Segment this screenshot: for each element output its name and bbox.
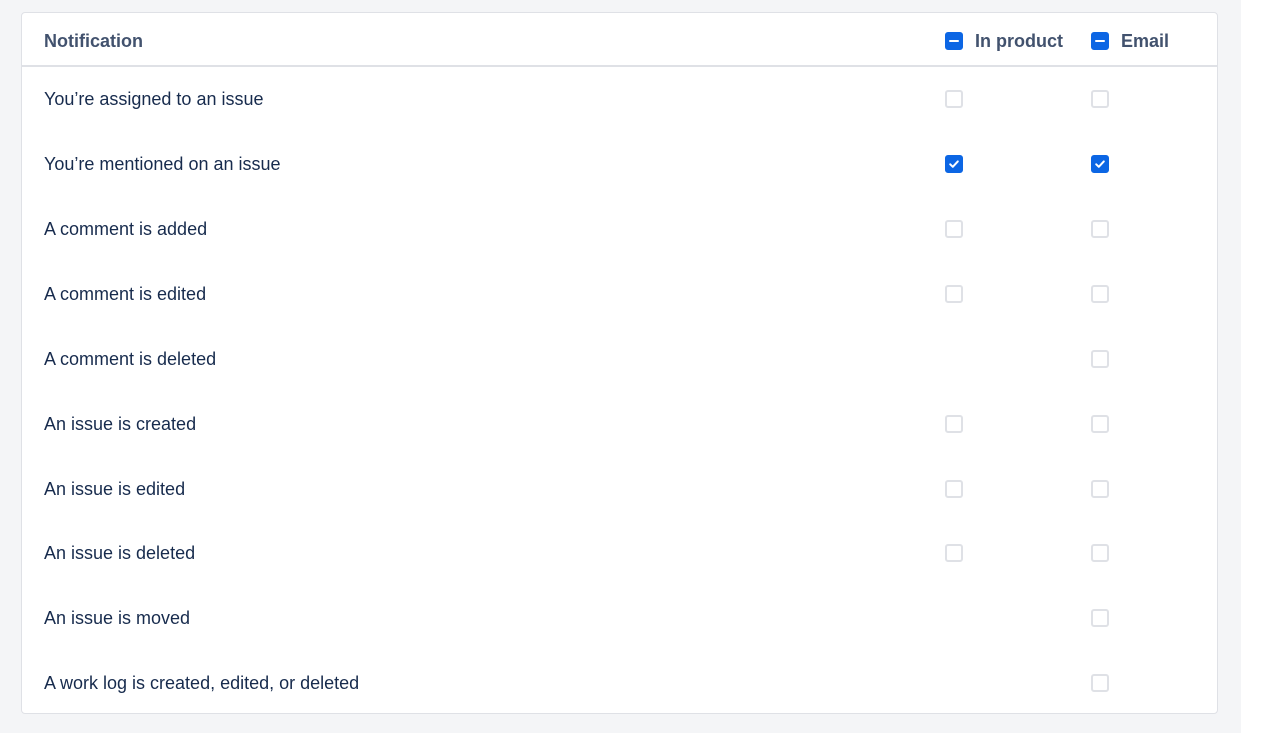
in-product-select-all-checkbox[interactable] (945, 32, 963, 50)
checkmark-icon (949, 160, 959, 168)
notification-label: A work log is created, edited, or delete… (44, 673, 360, 693)
notification-label: You’re assigned to an issue (44, 89, 264, 109)
notification-settings-table: Notification In product Email You’re ass… (21, 12, 1218, 714)
email-checkbox[interactable] (1091, 155, 1109, 173)
table-row: A comment is deleted (22, 327, 1217, 392)
notification-label: An issue is deleted (44, 543, 196, 563)
notification-label: You’re mentioned on an issue (44, 154, 281, 174)
email-checkbox[interactable] (1091, 609, 1109, 627)
table-row: A work log is created, edited, or delete… (22, 651, 1217, 716)
table-row: An issue is deleted (22, 521, 1217, 586)
email-checkbox[interactable] (1091, 415, 1109, 433)
table-row: An issue is created (22, 392, 1217, 457)
email-column-header: Email (1091, 30, 1169, 52)
table-row: You’re mentioned on an issue (22, 132, 1217, 197)
notification-label: A comment is edited (44, 284, 207, 304)
table-row: A comment is edited (22, 262, 1217, 327)
table-row: An issue is edited (22, 457, 1217, 522)
notification-column-header: Notification (44, 31, 143, 51)
in-product-checkbox[interactable] (945, 415, 963, 433)
in-product-column-header: In product (945, 30, 1063, 52)
table-row: You’re assigned to an issue (22, 67, 1217, 132)
in-product-checkbox[interactable] (945, 480, 963, 498)
in-product-checkbox[interactable] (945, 220, 963, 238)
notification-label: A comment is deleted (44, 349, 217, 369)
notification-label: An issue is edited (44, 479, 186, 499)
minus-icon (949, 39, 959, 43)
notification-label: An issue is moved (44, 608, 191, 628)
email-checkbox[interactable] (1091, 90, 1109, 108)
minus-icon (1095, 39, 1105, 43)
email-checkbox[interactable] (1091, 350, 1109, 368)
in-product-checkbox[interactable] (945, 90, 963, 108)
notification-label: An issue is created (44, 414, 197, 434)
email-checkbox[interactable] (1091, 220, 1109, 238)
email-checkbox[interactable] (1091, 285, 1109, 303)
table-header: Notification In product Email (22, 13, 1217, 67)
in-product-column-label: In product (975, 30, 1063, 51)
table-row: An issue is moved (22, 586, 1217, 651)
in-product-checkbox[interactable] (945, 544, 963, 562)
in-product-checkbox[interactable] (945, 155, 963, 173)
page-right-strip (1241, 0, 1274, 733)
email-checkbox[interactable] (1091, 480, 1109, 498)
email-column-label: Email (1121, 30, 1170, 51)
table-row: A comment is added (22, 197, 1217, 262)
notification-label: A comment is added (44, 219, 208, 239)
email-checkbox[interactable] (1091, 674, 1109, 692)
checkmark-icon (1095, 160, 1105, 168)
email-select-all-checkbox[interactable] (1091, 32, 1109, 50)
email-checkbox[interactable] (1091, 544, 1109, 562)
in-product-checkbox[interactable] (945, 285, 963, 303)
